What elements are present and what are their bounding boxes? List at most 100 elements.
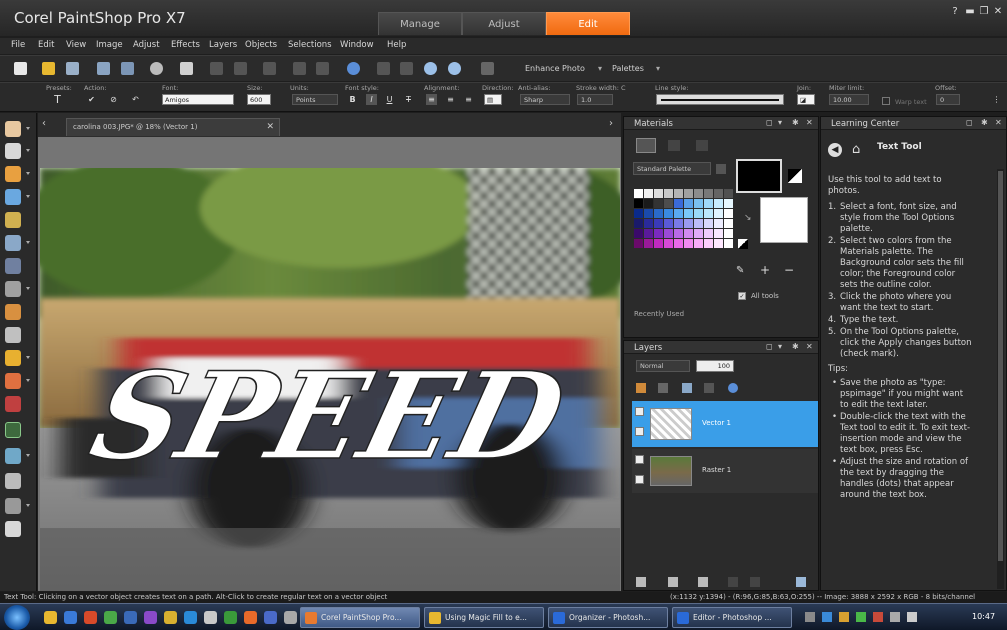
- color-swatch[interactable]: [684, 229, 693, 238]
- new-layer-button[interactable]: [636, 577, 646, 587]
- new-file-icon[interactable]: [14, 62, 27, 75]
- palette-select[interactable]: Standard Palette: [633, 162, 711, 175]
- tab-edit[interactable]: Edit: [546, 12, 630, 35]
- photo-canvas[interactable]: SPEED: [40, 168, 620, 591]
- open-folder-icon[interactable]: [42, 62, 55, 75]
- color-swatch[interactable]: [644, 219, 653, 228]
- taskbar-item-organizer[interactable]: Organizer - Photosh...: [548, 607, 668, 628]
- volume-icon[interactable]: [907, 612, 917, 622]
- quicklaunch-ie-icon[interactable]: [64, 611, 77, 624]
- color-swatch[interactable]: [704, 209, 713, 218]
- more-options-icon[interactable]: ⋮: [991, 94, 1002, 105]
- pick-arrow-icon[interactable]: [5, 143, 21, 159]
- link-icon[interactable]: [682, 383, 692, 393]
- font-select[interactable]: Amigos: [162, 94, 234, 105]
- eye-icon[interactable]: [635, 455, 644, 464]
- menu-adjust[interactable]: Adjust: [133, 40, 160, 50]
- color-swatch[interactable]: [704, 189, 713, 198]
- clock[interactable]: 10:47: [972, 612, 995, 621]
- palettes-menu[interactable]: Palettes: [612, 64, 644, 73]
- shape-icon[interactable]: [5, 448, 21, 464]
- minimize-icon[interactable]: ▬: [963, 6, 977, 17]
- taskbar-item-editor[interactable]: Editor - Photoshop ...: [672, 607, 792, 628]
- menu-view[interactable]: View: [66, 40, 86, 50]
- tray-icon[interactable]: [873, 612, 883, 622]
- start-button[interactable]: [4, 605, 30, 630]
- convert-icon[interactable]: ↶: [130, 94, 141, 105]
- menu-edit[interactable]: Edit: [38, 40, 54, 50]
- panel-menu-icon[interactable]: ◻: [966, 118, 973, 127]
- layer-row-raster-1[interactable]: Raster 1: [632, 449, 818, 493]
- menu-effects[interactable]: Effects: [171, 40, 200, 50]
- color-swatch[interactable]: [664, 199, 673, 208]
- chevron-down-icon[interactable]: [26, 379, 30, 382]
- background-color-swatch[interactable]: [760, 197, 808, 243]
- panel-menu-icon[interactable]: ◻: [766, 118, 773, 127]
- menu-layers[interactable]: Layers: [209, 40, 237, 50]
- units-select[interactable]: Points: [292, 94, 338, 105]
- menu-help[interactable]: Help: [387, 40, 406, 50]
- save-as-icon[interactable]: [121, 62, 134, 75]
- direction-select[interactable]: ▤: [484, 94, 502, 105]
- color-swatch[interactable]: [654, 209, 663, 218]
- color-swatch[interactable]: [714, 199, 723, 208]
- layers-toolbar-icon[interactable]: [481, 62, 494, 75]
- zoom-out-icon[interactable]: [424, 62, 437, 75]
- panel-options-icon[interactable]: ▾: [778, 118, 782, 127]
- chevron-down-icon[interactable]: [26, 356, 30, 359]
- color-swatch[interactable]: [634, 209, 643, 218]
- share-icon[interactable]: [150, 62, 163, 75]
- quicklaunch-folder-icon[interactable]: [44, 611, 57, 624]
- picture-tube-icon[interactable]: [5, 396, 21, 412]
- align-left-icon[interactable]: ≡: [426, 94, 437, 105]
- apply-check-icon[interactable]: ✔: [86, 94, 97, 105]
- selection-icon[interactable]: [5, 166, 21, 182]
- dropper-icon[interactable]: [5, 189, 21, 205]
- frame-mode-icon[interactable]: [636, 138, 656, 153]
- color-swatch[interactable]: [644, 199, 653, 208]
- chevron-down-icon[interactable]: [26, 127, 30, 130]
- scrollbar[interactable]: [997, 169, 1004, 589]
- add-icon[interactable]: +: [760, 263, 770, 277]
- tray-icon[interactable]: [805, 612, 815, 622]
- palette-options-icon[interactable]: [716, 164, 726, 174]
- document-tab[interactable]: carolina 003.JPG* @ 18% (Vector 1) ✕: [66, 118, 280, 136]
- color-swatch[interactable]: [634, 219, 643, 228]
- redeye-icon[interactable]: [5, 258, 21, 274]
- lock-icon[interactable]: [704, 383, 714, 393]
- taskbar-item-paintshop[interactable]: Corel PaintShop Pro...: [300, 607, 420, 628]
- copy-icon[interactable]: [316, 62, 329, 75]
- color-swatch[interactable]: [684, 239, 693, 248]
- dropdown-icon[interactable]: ▾: [656, 64, 660, 73]
- color-swatch[interactable]: [704, 199, 713, 208]
- close-tab-icon[interactable]: ✕: [266, 119, 274, 136]
- quicklaunch-app-icon[interactable]: [204, 611, 217, 624]
- join-select[interactable]: ◪: [797, 94, 815, 105]
- lock-icon[interactable]: [635, 475, 644, 484]
- chevron-left-icon[interactable]: ‹: [42, 118, 46, 129]
- print-icon[interactable]: [180, 62, 193, 75]
- align-right-icon[interactable]: ≡: [463, 94, 474, 105]
- enhance-photo-menu[interactable]: Enhance Photo: [525, 64, 585, 73]
- color-swatch[interactable]: [674, 219, 683, 228]
- quicklaunch-app-icon[interactable]: [184, 611, 197, 624]
- chevron-down-icon[interactable]: [26, 454, 30, 457]
- layer-row-vector-1[interactable]: Vector 1: [632, 401, 818, 447]
- help-icon[interactable]: ?: [948, 6, 962, 17]
- miter-limit-input[interactable]: 10.00: [829, 94, 869, 105]
- color-swatch[interactable]: [674, 199, 683, 208]
- tray-icon[interactable]: [822, 612, 832, 622]
- color-swatch[interactable]: [634, 199, 643, 208]
- color-swatch[interactable]: [704, 239, 713, 248]
- clone-icon[interactable]: [5, 281, 21, 297]
- color-swatch[interactable]: [724, 209, 733, 218]
- color-swatch[interactable]: [654, 239, 663, 248]
- rainbow-mode-icon[interactable]: [668, 140, 680, 151]
- text-tool-icon[interactable]: [5, 422, 21, 438]
- panel-pin-icon[interactable]: ✱: [792, 342, 799, 351]
- menu-image[interactable]: Image: [96, 40, 123, 50]
- color-swatch[interactable]: [694, 199, 703, 208]
- color-swatch[interactable]: [634, 189, 643, 198]
- menu-selections[interactable]: Selections: [288, 40, 332, 50]
- color-swatch[interactable]: [704, 229, 713, 238]
